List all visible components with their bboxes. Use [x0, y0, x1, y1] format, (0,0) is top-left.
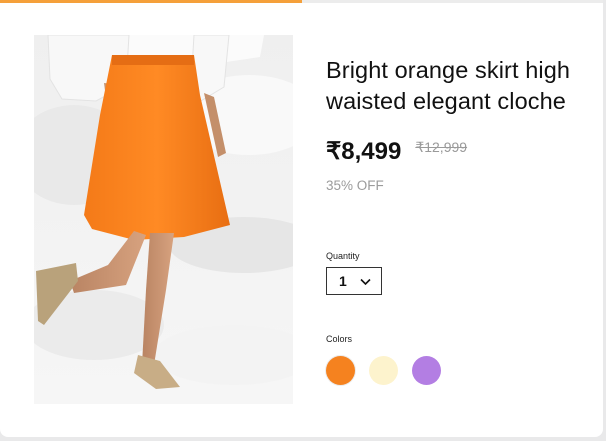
- product-details: Bright orange skirt high waisted elegant…: [326, 55, 586, 193]
- quantity-select[interactable]: 1: [326, 267, 382, 295]
- quantity-label: Quantity: [326, 251, 360, 261]
- price-row: ₹8,499 ₹12,999: [326, 137, 586, 166]
- chevron-down-icon: [360, 278, 371, 286]
- discount-badge: 35% OFF: [326, 178, 384, 193]
- color-swatches: [326, 356, 441, 385]
- colors-label: Colors: [326, 334, 353, 344]
- progress-bar: [0, 0, 302, 3]
- product-title: Bright orange skirt high waisted elegant…: [326, 57, 571, 114]
- color-swatch-lavender[interactable]: [412, 356, 441, 385]
- product-image: [34, 35, 293, 404]
- original-price: ₹12,999: [415, 139, 468, 155]
- quantity-value: 1: [339, 273, 347, 289]
- color-swatch-cream[interactable]: [369, 356, 398, 385]
- product-quick-view-card: Bright orange skirt high waisted elegant…: [0, 0, 603, 437]
- sale-price: ₹8,499: [326, 138, 402, 165]
- color-swatch-orange[interactable]: [326, 356, 355, 385]
